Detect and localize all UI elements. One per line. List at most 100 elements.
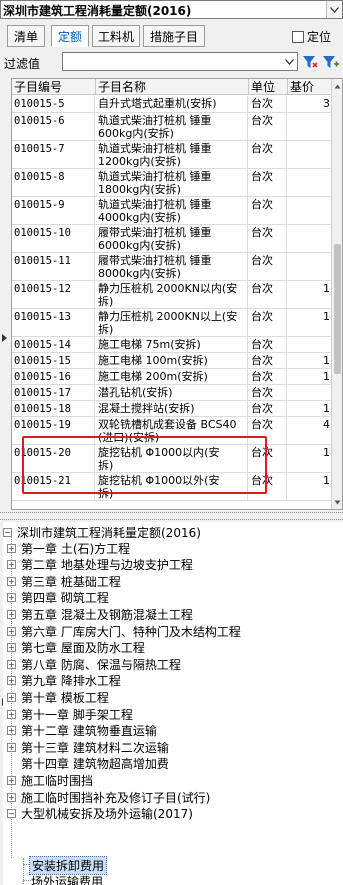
- tree-item-chapter[interactable]: + 第一章 土(石)方工程: [7, 540, 132, 556]
- tree-item-label: 第十一章 脚手架工程: [21, 707, 133, 722]
- filter-input[interactable]: [62, 52, 298, 71]
- tree-item-label: 第十三章 建筑材料二次运输: [21, 740, 169, 755]
- tree-item-chapter[interactable]: + 第六章 厂库房大门、特种门及木结构工程: [7, 623, 243, 639]
- cell-code: 010015-17: [12, 385, 95, 400]
- table-row[interactable]: 010015-8 轨道式柴油打桩机 锤重 1800kg内(安拆) 台次: [12, 169, 342, 197]
- scroll-up-icon[interactable]: [333, 81, 342, 91]
- tree-item-chapter[interactable]: + 第八章 防腐、保温与隔热工程: [7, 656, 183, 672]
- expand-icon[interactable]: +: [7, 576, 16, 586]
- vertical-scrollbar[interactable]: [331, 79, 342, 509]
- clear-filter-icon[interactable]: [322, 54, 340, 70]
- expand-icon[interactable]: +: [7, 626, 16, 636]
- table-row[interactable]: 010015-16 施工电梯 200m(安拆) 台次 1: [12, 369, 342, 385]
- tree-item-chapter[interactable]: + 第七章 屋面及防水工程: [7, 640, 147, 656]
- quota-library-select[interactable]: 深圳市建筑工程消耗量定额(2016): [0, 0, 343, 19]
- collapse-icon[interactable]: −: [3, 527, 12, 537]
- tree-item-chapter[interactable]: + 施工临时围挡: [7, 772, 95, 788]
- expand-icon[interactable]: +: [7, 609, 16, 619]
- column-header-price[interactable]: 基价: [288, 79, 334, 95]
- tab-labor-material-machine[interactable]: 工料机: [92, 25, 140, 47]
- table-row[interactable]: 010015-12 静力压桩机 2000KN以内(安 拆) 台次 1: [12, 281, 342, 309]
- table-row[interactable]: 010015-19 双轮铣槽机成套设备 BCS40 (进口)(安拆) 台次 4: [12, 417, 342, 445]
- quota-item-table: 子目编号 子目名称 单位 基价 010015-5 自升式塔式起重机(安拆) 台次 3 0…: [11, 78, 343, 510]
- table-row[interactable]: 010015-18 混凝土搅拌站(安拆) 台次 1: [12, 401, 342, 417]
- tree-item-label: 第八章 防腐、保温与隔热工程: [21, 657, 181, 672]
- tree-item-label: 第六章 厂库房大门、特种门及木结构工程: [21, 624, 241, 639]
- expand-icon[interactable]: +: [7, 709, 16, 719]
- checkbox-box[interactable]: [292, 30, 304, 43]
- table-row[interactable]: 010015-6 轨道式柴油打桩机 锤重 600kg内(安拆) 台次: [12, 113, 342, 141]
- row-marker-icon: [2, 334, 7, 342]
- cell-code: 010015-20: [12, 445, 95, 472]
- expand-icon[interactable]: +: [7, 643, 16, 653]
- tree-item-chapter[interactable]: +第十四章 建筑物超高增加费: [7, 756, 171, 772]
- table-row[interactable]: 010015-20 旋挖钻机 Φ1000以内(安 拆) 台次 1: [12, 445, 342, 473]
- tree-item-chapter[interactable]: + 第二章 地基处理与边坡支护工程: [7, 557, 195, 573]
- tab-label: 工料机: [97, 29, 134, 44]
- scroll-down-icon[interactable]: [333, 497, 342, 507]
- table-row[interactable]: 010015-17 潜孔钻机(安拆) 台次: [12, 385, 342, 401]
- tree-item-chapter[interactable]: + 第十一章 脚手架工程: [7, 706, 135, 722]
- tree-item-label: 第十章 模板工程: [21, 690, 109, 705]
- cell-code: 010015-21: [12, 473, 95, 500]
- filter-icon[interactable]: [302, 54, 318, 70]
- cell-price: 1: [288, 445, 333, 472]
- tree-item-chapter[interactable]: + 第四章 砌筑工程: [7, 590, 111, 606]
- cell-name: 轨道式柴油打桩机 锤重 1200kg内(安拆): [96, 141, 248, 168]
- quota-library-value: 深圳市建筑工程消耗量定额(2016): [3, 4, 192, 18]
- expand-icon[interactable]: +: [7, 560, 16, 570]
- expand-icon[interactable]: +: [7, 792, 16, 802]
- table-row[interactable]: 010015-5 自升式塔式起重机(安拆) 台次 3: [12, 96, 342, 113]
- cell-name: 自升式塔式起重机(安拆): [96, 96, 248, 112]
- table-row[interactable]: 010015-15 施工电梯 100m(安拆) 台次 1: [12, 353, 342, 369]
- table-row[interactable]: 010015-11 履带式柴油打桩机 锤重 8000kg内(安拆) 台次: [12, 253, 342, 281]
- expand-icon[interactable]: +: [7, 543, 16, 553]
- expand-icon[interactable]: +: [7, 692, 16, 702]
- tab-quota[interactable]: 定额: [51, 25, 89, 47]
- tab-measure-items[interactable]: 措施子目: [143, 25, 205, 47]
- chevron-down-icon[interactable]: [282, 53, 297, 70]
- table-row[interactable]: 010015-9 轨道式柴油打桩机 锤重 4000kg内(安拆) 台次: [12, 197, 342, 225]
- tree-item-chapter[interactable]: + 第三章 桩基础工程: [7, 573, 123, 589]
- tree-item-install-removal-fee[interactable]: 安装拆卸费用: [29, 855, 108, 875]
- table-row[interactable]: 010015-13 静力压桩机 2000KN以上(安 拆) 台次 1: [12, 309, 342, 337]
- tree-item-label: 第七章 屋面及防水工程: [21, 641, 145, 656]
- expand-icon[interactable]: +: [7, 659, 16, 669]
- cell-name: 静力压桩机 2000KN以内(安 拆): [96, 281, 248, 308]
- scrollbar-thumb[interactable]: [334, 244, 341, 374]
- table-row[interactable]: 010015-21 旋挖钻机 Φ1000以外(安 拆) 台次 1: [12, 473, 342, 501]
- chevron-down-icon[interactable]: [326, 1, 342, 18]
- column-header-unit[interactable]: 单位: [249, 79, 288, 95]
- table-row[interactable]: 010015-10 履带式柴油打桩机 锤重 6000kg内(安拆) 台次: [12, 225, 342, 253]
- expand-icon[interactable]: +: [7, 676, 16, 686]
- expand-icon[interactable]: +: [7, 775, 16, 785]
- cell-price: [288, 253, 333, 280]
- tree-item-chapter[interactable]: + 第十二章 建筑物垂直运输: [7, 723, 159, 739]
- tree-item-chapter[interactable]: − 大型机械安拆及场外运输(2017): [7, 806, 195, 822]
- expand-icon[interactable]: +: [7, 726, 16, 736]
- cell-name: 施工电梯 100m(安拆): [96, 353, 248, 368]
- tree-item-chapter[interactable]: + 第十章 模板工程: [7, 689, 111, 705]
- cell-unit: 台次: [249, 113, 287, 140]
- table-row[interactable]: 010015-7 轨道式柴油打桩机 锤重 1200kg内(安拆) 台次: [12, 141, 342, 169]
- table-row[interactable]: 010015-14 施工电梯 75m(安拆) 台次: [12, 337, 342, 353]
- tab-bill[interactable]: 清单: [7, 25, 45, 47]
- expand-icon[interactable]: +: [7, 593, 16, 603]
- cell-code: 010015-8: [12, 169, 95, 196]
- tree-root[interactable]: − 深圳市建筑工程消耗量定额(2016): [3, 524, 203, 540]
- column-header-name[interactable]: 子目名称: [96, 79, 249, 95]
- tree-item-chapter[interactable]: + 施工临时围挡补充及修订子目(试行): [7, 789, 212, 805]
- tree-item-chapter[interactable]: + 第九章 降排水工程: [7, 673, 123, 689]
- panel-splitter[interactable]: [0, 512, 343, 520]
- collapse-icon[interactable]: −: [7, 809, 16, 819]
- tree-item-offsite-transport-fee[interactable]: 场外运输费用: [29, 873, 105, 885]
- cell-price: 3: [288, 96, 333, 112]
- cell-price: 1: [288, 473, 333, 500]
- tree-item-chapter[interactable]: + 第五章 混凝土及钢筋混凝土工程: [7, 606, 195, 622]
- column-header-code[interactable]: 子目编号: [12, 79, 96, 95]
- cell-price: [288, 225, 333, 252]
- cell-code: 010015-19: [12, 417, 95, 444]
- tree-item-chapter[interactable]: + 第十三章 建筑材料二次运输: [7, 739, 171, 755]
- locate-checkbox[interactable]: 定位: [292, 28, 331, 45]
- expand-icon[interactable]: +: [7, 742, 16, 752]
